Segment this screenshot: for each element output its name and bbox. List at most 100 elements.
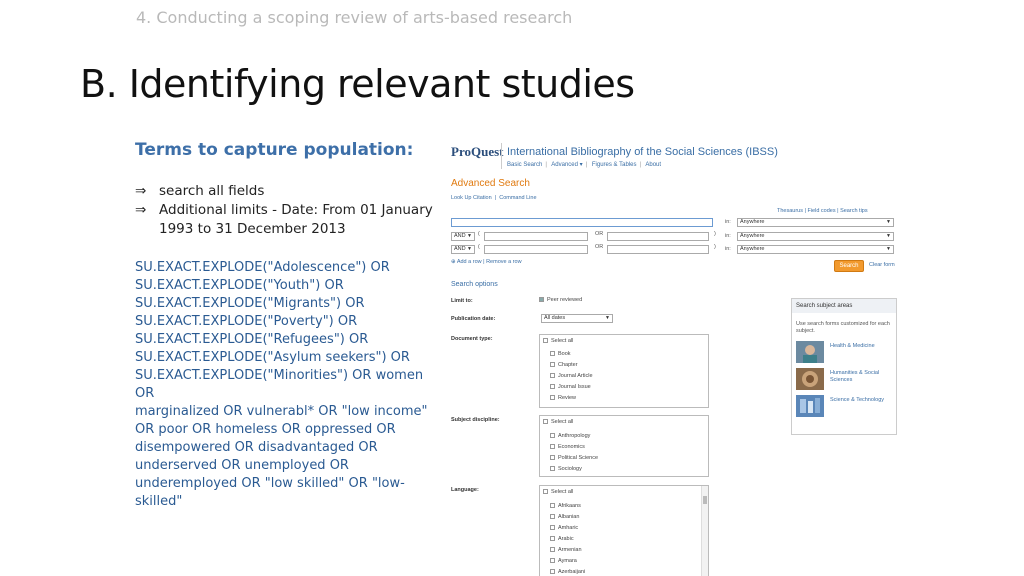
- checkbox[interactable]: [550, 514, 555, 520]
- language-item[interactable]: Albanian: [550, 514, 579, 520]
- in-label: in:: [725, 219, 731, 225]
- in-label: in:: [725, 233, 731, 239]
- checkbox[interactable]: [550, 395, 555, 401]
- checkbox[interactable]: [550, 536, 555, 542]
- doc-type-item[interactable]: Chapter: [550, 362, 578, 368]
- checkbox[interactable]: [550, 547, 555, 553]
- field-value: Anywhere: [740, 246, 765, 252]
- checkbox-label: Armenian: [558, 547, 582, 553]
- checkbox-label: Select all: [551, 419, 574, 425]
- checkbox[interactable]: [539, 297, 544, 303]
- nav-separator: |: [639, 162, 642, 168]
- checkbox[interactable]: [543, 489, 548, 495]
- subject-item[interactable]: Sociology: [550, 466, 582, 472]
- subject-panel-note: Use search forms customized for each sub…: [796, 321, 890, 334]
- bullet-item: ⇒ search all fields: [135, 182, 435, 201]
- nav-figures-tables[interactable]: Figures & Tables: [592, 162, 637, 168]
- query-line: skilled": [135, 494, 183, 509]
- doc-type-item[interactable]: Review: [550, 395, 576, 401]
- subject-science-technology[interactable]: Science & Technology: [796, 395, 896, 417]
- query-line: underemployed OR "low skilled" OR "low-: [135, 476, 405, 491]
- slide-caption: 4. Conducting a scoping review of arts-b…: [136, 8, 573, 27]
- search-input-3a[interactable]: [484, 245, 588, 254]
- search-input-2a[interactable]: [484, 232, 588, 241]
- checkbox[interactable]: [550, 444, 555, 450]
- boolean-select-3[interactable]: AND ▼: [451, 245, 475, 254]
- language-item[interactable]: Azerbaijani: [550, 569, 585, 575]
- language-list[interactable]: Select all Afrikaans Albanian Amharic Ar…: [539, 485, 709, 576]
- checkbox[interactable]: [550, 351, 555, 357]
- checkbox[interactable]: [550, 503, 555, 509]
- checkbox[interactable]: [550, 525, 555, 531]
- language-item[interactable]: Arabic: [550, 536, 574, 542]
- field-select-2[interactable]: Anywhere ▼: [737, 232, 894, 241]
- thesaurus-links[interactable]: Thesaurus | Field codes | Search tips: [777, 208, 868, 214]
- scroll-thumb[interactable]: [703, 496, 707, 504]
- nav-basic-search[interactable]: Basic Search: [507, 162, 542, 168]
- boolean-select-2[interactable]: AND ▼: [451, 232, 475, 241]
- clear-form-link[interactable]: Clear form: [869, 262, 895, 268]
- checkbox-label: Select all: [551, 489, 574, 495]
- command-line-link[interactable]: Command Line: [499, 195, 536, 201]
- subject-list[interactable]: Select all Anthropology Economics Politi…: [539, 415, 709, 477]
- proquest-logo[interactable]: ProQuest: [451, 144, 503, 160]
- subject-name: Humanities & Social Sciences: [830, 370, 880, 383]
- nav-advanced[interactable]: Advanced ▾: [551, 162, 582, 168]
- nav-about[interactable]: About: [645, 162, 661, 168]
- doc-type-item[interactable]: Select all: [543, 338, 573, 344]
- checkbox-label: Azerbaijani: [558, 569, 586, 575]
- query-line: marginalized OR vulnerabl* OR "low incom…: [135, 404, 428, 419]
- checkbox[interactable]: [550, 384, 555, 390]
- search-input-1[interactable]: [451, 218, 713, 227]
- checkbox[interactable]: [550, 362, 555, 368]
- pub-date-select[interactable]: All dates ▼: [541, 314, 613, 323]
- subject-item[interactable]: Select all: [543, 419, 573, 425]
- subject-item[interactable]: Political Science: [550, 455, 598, 461]
- paren-close: ): [714, 244, 716, 250]
- language-item[interactable]: Afrikaans: [550, 503, 581, 509]
- checkbox-label: Select all: [551, 338, 574, 344]
- language-scrollbar[interactable]: [701, 486, 708, 576]
- left-column: Terms to capture population: ⇒ search all…: [135, 140, 435, 511]
- in-label: in:: [725, 246, 731, 252]
- search-input-3b[interactable]: [607, 245, 709, 254]
- op-value: AND: [454, 233, 466, 239]
- search-input-2b[interactable]: [607, 232, 709, 241]
- field-select-1[interactable]: Anywhere ▼: [737, 218, 894, 227]
- checkbox[interactable]: [550, 466, 555, 472]
- checkbox[interactable]: [550, 455, 555, 461]
- checkbox[interactable]: [543, 419, 548, 425]
- doc-type-list[interactable]: Select all Book Chapter Journal Article …: [539, 334, 709, 408]
- query-line: SU.EXACT.EXPLODE("Asylum seekers") OR: [135, 350, 410, 365]
- nav-separator: |: [585, 162, 588, 168]
- lookup-citation-link[interactable]: Look Up Citation: [451, 195, 492, 201]
- checkbox[interactable]: [550, 433, 555, 439]
- doc-type-item[interactable]: Journal Issue: [550, 384, 591, 390]
- search-button[interactable]: Search: [834, 260, 864, 272]
- checkbox[interactable]: [550, 558, 555, 564]
- humanities-thumbnail: [796, 368, 824, 390]
- language-item[interactable]: Select all: [543, 489, 573, 495]
- dropdown-icon: ▼: [467, 246, 472, 252]
- language-item[interactable]: Amharic: [550, 525, 578, 531]
- subject-panel-head: Search subject areas: [792, 299, 896, 313]
- query-line: OR poor OR homeless OR oppressed OR: [135, 422, 396, 437]
- subject-humanities-social[interactable]: Humanities & Social Sciences: [796, 368, 896, 390]
- doc-type-item[interactable]: Journal Article: [550, 373, 593, 379]
- checkbox[interactable]: [543, 338, 548, 344]
- field-value: Anywhere: [740, 219, 765, 225]
- checkbox-label: Book: [558, 351, 571, 357]
- subject-health-medicine[interactable]: Health & Medicine: [796, 341, 896, 363]
- field-select-3[interactable]: Anywhere ▼: [737, 245, 894, 254]
- or-label: OR: [595, 244, 604, 250]
- subject-item[interactable]: Economics: [550, 444, 585, 450]
- op-value: AND: [454, 246, 466, 252]
- peer-reviewed-option[interactable]: Peer reviewed: [539, 297, 582, 303]
- checkbox[interactable]: [550, 373, 555, 379]
- checkbox[interactable]: [550, 569, 555, 575]
- language-item[interactable]: Aymara: [550, 558, 577, 564]
- add-remove-row[interactable]: ⊕ Add a row | Remove a row: [451, 259, 522, 265]
- doc-type-item[interactable]: Book: [550, 351, 571, 357]
- language-item[interactable]: Armenian: [550, 547, 582, 553]
- subject-item[interactable]: Anthropology: [550, 433, 590, 439]
